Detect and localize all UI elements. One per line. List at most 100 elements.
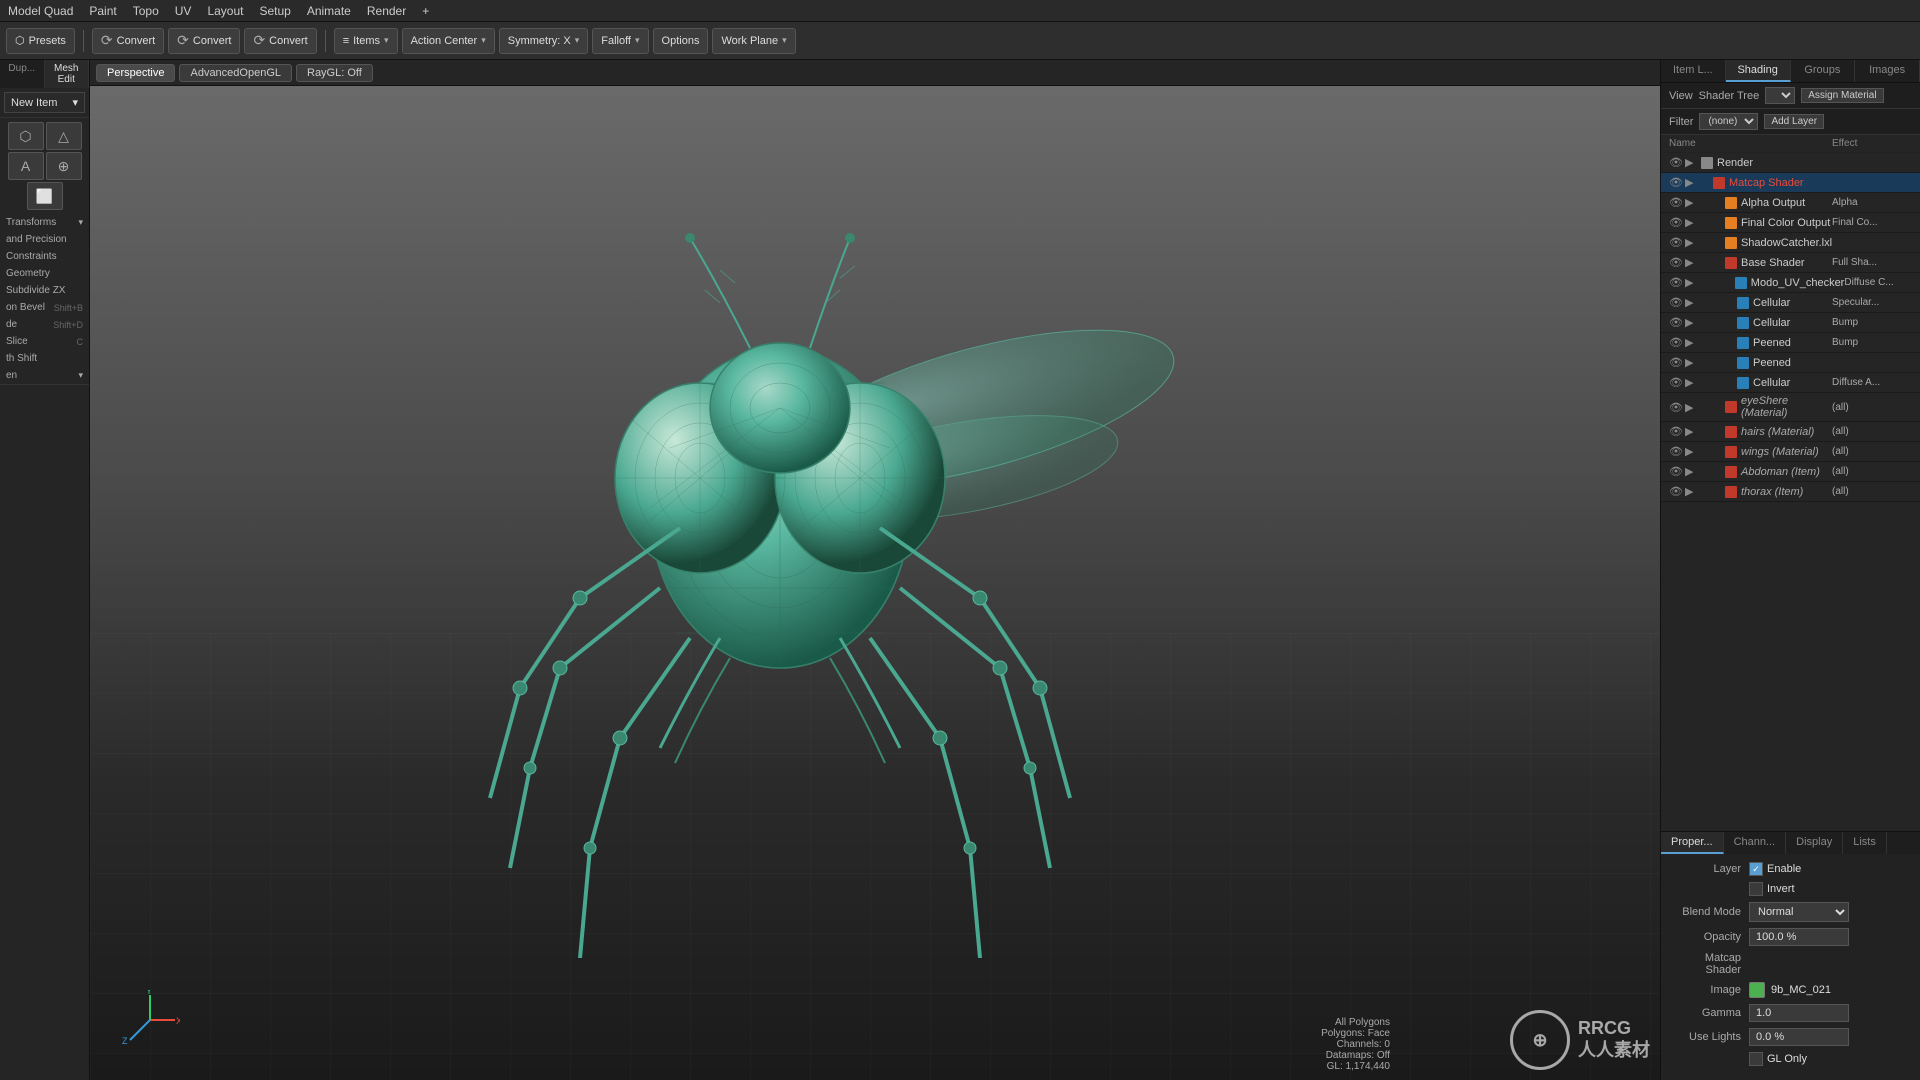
menu-render[interactable]: Render xyxy=(367,4,406,18)
de-item[interactable]: de Shift+D xyxy=(0,316,89,333)
opacity-row: Opacity xyxy=(1669,928,1912,946)
new-item-button[interactable]: New Item ▾ xyxy=(4,92,85,113)
invert-checkbox[interactable] xyxy=(1749,882,1763,896)
shader-row-peened2[interactable]: 👁 ▶ Peened xyxy=(1661,353,1920,373)
geometry-item[interactable]: Geometry xyxy=(0,265,89,282)
sidebar-icon-3[interactable]: A xyxy=(8,152,44,180)
presets-label: Presets xyxy=(29,35,66,47)
right-tab-shading[interactable]: Shading xyxy=(1726,60,1791,82)
shader-row-final[interactable]: 👁 ▶ Final Color Output Final Co... xyxy=(1661,213,1920,233)
convert-btn-1[interactable]: ⟳ Convert xyxy=(92,28,164,54)
right-tab-groups[interactable]: Groups xyxy=(1791,60,1856,82)
eye-icon-cellular3[interactable]: 👁 xyxy=(1669,376,1683,389)
menu-animate[interactable]: Animate xyxy=(307,4,351,18)
shift-item[interactable]: th Shift xyxy=(0,350,89,367)
right-tab-item-list[interactable]: Item L... xyxy=(1661,60,1726,82)
falloff-dropdown[interactable]: Falloff xyxy=(592,28,648,54)
eye-icon-base[interactable]: 👁 xyxy=(1669,256,1683,269)
options-button[interactable]: Options xyxy=(653,28,709,54)
eye-icon-cellular1[interactable]: 👁 xyxy=(1669,296,1683,309)
en-item[interactable]: en ▾ xyxy=(0,367,89,384)
eye-icon-cellular2[interactable]: 👁 xyxy=(1669,316,1683,329)
shader-row-eyeshere[interactable]: 👁 ▶ eyeShere (Material) (all) xyxy=(1661,393,1920,422)
props-tab-properties[interactable]: Proper... xyxy=(1661,832,1724,854)
props-tab-lists[interactable]: Lists xyxy=(1843,832,1887,854)
falloff-label: Falloff xyxy=(601,35,631,47)
en-arrow: ▾ xyxy=(78,370,83,381)
gamma-input[interactable] xyxy=(1749,1004,1849,1022)
eye-icon-wings[interactable]: 👁 xyxy=(1669,445,1683,458)
enable-checkbox[interactable]: ✓ xyxy=(1749,862,1763,876)
opacity-input[interactable] xyxy=(1749,928,1849,946)
bevel-item[interactable]: on Bevel Shift+B xyxy=(0,299,89,316)
shader-row-base[interactable]: 👁 ▶ Base Shader Full Sha... xyxy=(1661,253,1920,273)
menu-plus[interactable]: + xyxy=(422,4,429,18)
menu-setup[interactable]: Setup xyxy=(259,4,290,18)
shader-row-hairs[interactable]: 👁 ▶ hairs (Material) (all) xyxy=(1661,422,1920,442)
eye-icon-abdoman[interactable]: 👁 xyxy=(1669,465,1683,478)
shader-row-cellular1[interactable]: 👁 ▶ Cellular Specular... xyxy=(1661,293,1920,313)
viewport-tab-raygl[interactable]: RayGL: Off xyxy=(296,64,373,82)
props-tab-channels[interactable]: Chann... xyxy=(1724,832,1787,854)
menu-model-quad[interactable]: Model Quad xyxy=(8,4,73,18)
filter-select[interactable]: (none) xyxy=(1699,113,1758,130)
viewport-tab-opengl[interactable]: AdvancedOpenGL xyxy=(179,64,292,82)
eye-icon-thorax[interactable]: 👁 xyxy=(1669,485,1683,498)
menu-layout[interactable]: Layout xyxy=(207,4,243,18)
shader-row-cellular2[interactable]: 👁 ▶ Cellular Bump xyxy=(1661,313,1920,333)
eye-icon-peened1[interactable]: 👁 xyxy=(1669,336,1683,349)
convert-btn-3[interactable]: ⟳ Convert xyxy=(244,28,316,54)
shader-row-wings[interactable]: 👁 ▶ wings (Material) (all) xyxy=(1661,442,1920,462)
shader-view-select[interactable] xyxy=(1765,87,1795,104)
precision-item[interactable]: and Precision xyxy=(0,231,89,248)
subdivide-item[interactable]: Subdivide ZX xyxy=(0,282,89,299)
shader-row-render[interactable]: 👁 ▶ Render xyxy=(1661,153,1920,173)
gl-only-checkbox[interactable] xyxy=(1749,1052,1763,1066)
shader-row-peened1[interactable]: 👁 ▶ Peened Bump xyxy=(1661,333,1920,353)
shader-row-abdoman[interactable]: 👁 ▶ Abdoman (Item) (all) xyxy=(1661,462,1920,482)
eye-icon-render[interactable]: 👁 xyxy=(1669,156,1683,169)
eye-icon-alpha[interactable]: 👁 xyxy=(1669,196,1683,209)
use-lights-input[interactable] xyxy=(1749,1028,1849,1046)
shader-row-alpha[interactable]: 👁 ▶ Alpha Output Alpha xyxy=(1661,193,1920,213)
image-swatch[interactable] xyxy=(1749,982,1765,998)
sidebar-icon-5[interactable]: ⬜ xyxy=(27,182,63,210)
menu-uv[interactable]: UV xyxy=(175,4,192,18)
subdivide-label: Subdivide ZX xyxy=(6,285,65,296)
shader-row-uv[interactable]: 👁 ▶ Modo_UV_checker Diffuse C... xyxy=(1661,273,1920,293)
sidebar-tab-mesh-edit[interactable]: Mesh Edit xyxy=(45,60,90,88)
assign-material-btn[interactable]: Assign Material xyxy=(1801,88,1883,103)
sidebar-icon-2[interactable]: △ xyxy=(46,122,82,150)
eye-icon-peened2[interactable]: 👁 xyxy=(1669,356,1683,369)
right-tab-images[interactable]: Images xyxy=(1855,60,1920,82)
eye-icon-hairs[interactable]: 👁 xyxy=(1669,425,1683,438)
work-plane-dropdown[interactable]: Work Plane xyxy=(712,28,795,54)
sidebar-icon-4[interactable]: ⊕ xyxy=(46,152,82,180)
symmetry-dropdown[interactable]: Symmetry: X xyxy=(499,28,588,54)
viewport-canvas[interactable]: All Polygons Polygons: Face Channels: 0 … xyxy=(90,86,1660,1080)
sidebar-icon-1[interactable]: ⬡ xyxy=(8,122,44,150)
shader-row-cellular3[interactable]: 👁 ▶ Cellular Diffuse A... xyxy=(1661,373,1920,393)
items-dropdown[interactable]: ≡ Items xyxy=(334,28,398,54)
menu-topo[interactable]: Topo xyxy=(133,4,159,18)
transforms-item[interactable]: Transforms ▾ xyxy=(0,214,89,231)
viewport-tab-perspective[interactable]: Perspective xyxy=(96,64,175,82)
presets-button[interactable]: ⬡ Presets xyxy=(6,28,75,54)
shader-row-thorax[interactable]: 👁 ▶ thorax (Item) (all) xyxy=(1661,482,1920,502)
menu-paint[interactable]: Paint xyxy=(89,4,116,18)
eye-icon-eyeshere[interactable]: 👁 xyxy=(1669,401,1683,414)
shader-row-shadow[interactable]: 👁 ▶ ShadowCatcher.lxl xyxy=(1661,233,1920,253)
eye-icon-final[interactable]: 👁 xyxy=(1669,216,1683,229)
constraints-item[interactable]: Constraints xyxy=(0,248,89,265)
slice-item[interactable]: Slice C xyxy=(0,333,89,350)
add-layer-btn[interactable]: Add Layer xyxy=(1764,114,1824,129)
props-tab-display[interactable]: Display xyxy=(1786,832,1843,854)
sidebar-tab-dup[interactable]: Dup... xyxy=(0,60,45,88)
action-center-dropdown[interactable]: Action Center xyxy=(402,28,495,54)
eye-icon-matcap[interactable]: 👁 xyxy=(1669,176,1683,189)
blend-mode-select[interactable]: Normal xyxy=(1749,902,1849,922)
shader-row-matcap[interactable]: 👁 ▶ Matcap Shader xyxy=(1661,173,1920,193)
eye-icon-shadow[interactable]: 👁 xyxy=(1669,236,1683,249)
convert-btn-2[interactable]: ⟳ Convert xyxy=(168,28,240,54)
eye-icon-uv[interactable]: 👁 xyxy=(1669,276,1683,289)
